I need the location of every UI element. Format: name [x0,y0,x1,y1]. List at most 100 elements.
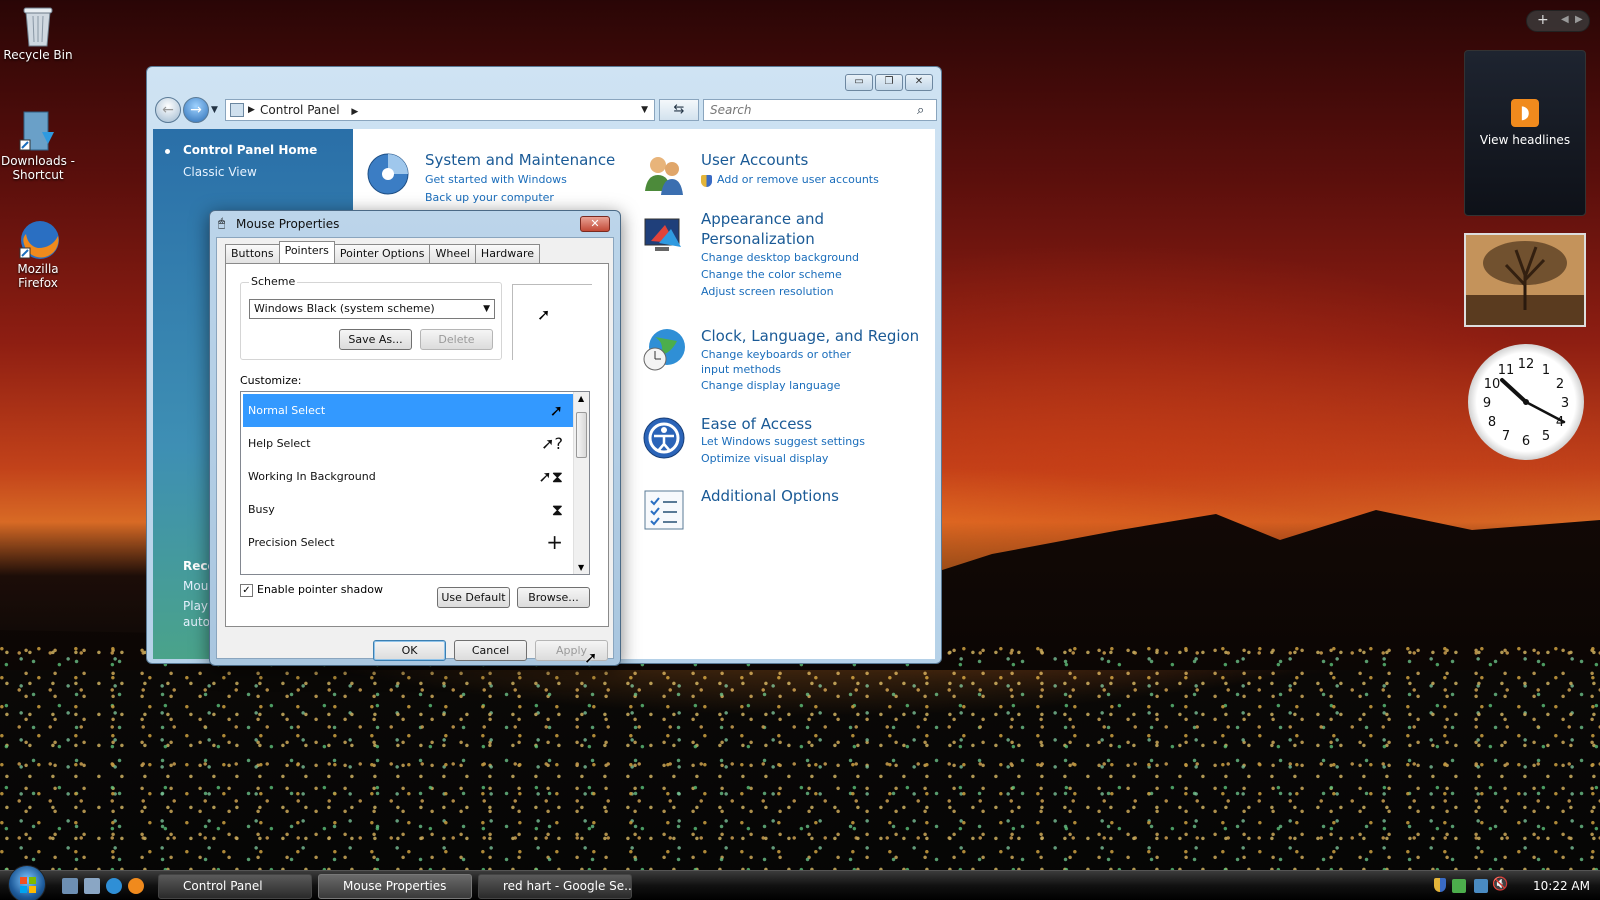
list-item-precision-select[interactable]: Precision Select + [243,526,573,559]
firefox-quick-launch-icon[interactable] [128,878,144,894]
tab-pointers[interactable]: Pointers [278,241,335,263]
dialog-close-button[interactable]: ✕ [580,216,610,232]
chevron-down-icon[interactable]: ▼ [483,300,490,318]
category-title[interactable]: Ease of Access [701,415,812,433]
prev-gadget-icon[interactable]: ◀ [1561,14,1569,25]
busy-hourglass-icon: ⧗ [551,500,563,519]
svg-text:11: 11 [1498,363,1515,378]
taskbar-google-search[interactable]: red hart - Google Se... [478,874,632,899]
category-link[interactable]: Add or remove user accounts [717,173,879,186]
browse-button[interactable]: Browse... [517,587,590,608]
switch-windows-icon[interactable] [84,878,100,894]
category-link[interactable]: Change desktop background [701,251,859,264]
tab-wheel[interactable]: Wheel [429,244,476,263]
internet-explorer-icon[interactable] [106,878,122,894]
cursor-preview-box: ➚ [512,284,592,360]
view-headlines-label[interactable]: View headlines [1465,133,1585,147]
scroll-thumb[interactable] [576,412,587,458]
downloads-folder-icon [18,110,58,151]
svg-text:7: 7 [1502,429,1510,444]
tab-pointer-options[interactable]: Pointer Options [333,244,431,263]
use-default-button[interactable]: Use Default [437,587,510,608]
forward-button[interactable]: → [183,97,209,123]
mouse-properties-dialog[interactable]: 🖱 Mouse Properties ✕ Buttons Pointers Po… [209,210,621,666]
recent-task-item[interactable]: auto [183,615,210,629]
category-link[interactable]: Change display language [701,379,840,392]
maximize-button[interactable]: ❐ [875,74,903,91]
sidebar-item-control-panel-home[interactable]: Control Panel Home [183,143,317,157]
refresh-button[interactable]: ⇆ [659,99,699,121]
windows-logo-icon [20,877,36,893]
sidebar-item-classic-view[interactable]: Classic View [183,165,257,179]
desktop-icon-recycle-bin[interactable]: Recycle Bin [0,4,76,62]
category-link[interactable]: Change keyboards or other input methods [701,347,881,377]
volume-muted-icon[interactable]: 🔇 [1492,877,1508,892]
network-icon[interactable] [1474,879,1488,893]
category-title[interactable]: Additional Options [701,487,839,505]
minimize-button[interactable]: ▭ [845,74,873,91]
recent-task-item[interactable]: Mou [183,579,208,593]
category-link[interactable]: Let Windows suggest settings [701,435,865,448]
slideshow-gadget[interactable] [1464,233,1586,327]
cancel-button[interactable]: Cancel [454,640,527,661]
breadcrumb-control-panel[interactable]: Control Panel [260,103,340,117]
category-title[interactable]: Appearance and Personalization [701,209,831,249]
list-item-help-select[interactable]: Help Select ➚? [243,427,573,460]
desktop-icon-downloads-shortcut[interactable]: Downloads - Shortcut [0,110,76,182]
delete-button[interactable]: Delete [420,329,493,350]
list-item-normal-select[interactable]: Normal Select ➚ [243,394,573,427]
recent-pages-chevron-icon[interactable]: ▼ [211,105,218,115]
windows-defender-icon[interactable] [1452,879,1466,893]
scroll-down-icon[interactable]: ▼ [578,563,584,572]
category-title[interactable]: User Accounts [701,151,808,169]
desktop-icon-firefox[interactable]: Mozilla Firefox [0,218,76,290]
breadcrumb-separator-icon[interactable]: ▶ [248,100,255,120]
svg-text:12: 12 [1518,357,1535,372]
svg-text:9: 9 [1483,396,1491,411]
clock-gadget[interactable]: 12 1 2 3 4 5 6 7 8 9 10 11 [1468,344,1584,460]
address-dropdown-icon[interactable]: ▼ [641,100,648,120]
category-link[interactable]: Optimize visual display [701,452,828,465]
next-gadget-icon[interactable]: ▶ [1575,14,1583,25]
start-button[interactable] [8,865,46,900]
normal-select-cursor-icon: ➚ [549,401,563,420]
category-title[interactable]: Clock, Language, and Region [701,327,919,345]
recent-task-item[interactable]: Play [183,599,208,613]
add-gadget-icon[interactable]: + [1537,12,1549,28]
category-title[interactable]: System and Maintenance [425,151,615,169]
back-button[interactable]: ← [155,97,181,123]
list-item-busy[interactable]: Busy ⧗ [243,493,573,526]
category-link[interactable]: Adjust screen resolution [701,285,834,298]
tab-buttons[interactable]: Buttons [225,244,280,263]
scroll-up-icon[interactable]: ▲ [578,394,584,403]
save-as-button[interactable]: Save As... [339,329,412,350]
ok-button[interactable]: OK [373,640,446,661]
scheme-groupbox: Scheme Windows Black (system scheme) ▼ S… [240,275,502,360]
show-desktop-icon[interactable] [62,878,78,894]
help-select-cursor-icon: ➚? [541,434,563,453]
scheme-select-value: Windows Black (system scheme) [254,302,435,315]
pointer-list-scrollbar[interactable]: ▲ ▼ [573,392,589,574]
enable-pointer-shadow-label[interactable]: Enable pointer shadow [257,583,383,596]
taskbar-clock[interactable]: 10:22 AM [1533,879,1590,893]
taskbar-control-panel[interactable]: Control Panel [158,874,312,899]
search-icon[interactable]: ⌕ [917,103,924,118]
navigation-bar: ← → ▼ ▶ Control Panel ▶ ▼ ⇆ Search ⌕ [155,97,937,125]
svg-text:1: 1 [1542,363,1550,378]
tab-hardware[interactable]: Hardware [474,244,541,263]
close-button[interactable]: ✕ [905,74,933,91]
enable-pointer-shadow-checkbox[interactable]: ✓ [240,584,253,597]
taskbar-mouse-properties[interactable]: Mouse Properties [318,874,472,899]
feed-headlines-gadget[interactable]: ◗ View headlines [1464,50,1586,216]
pointer-list[interactable]: Normal Select ➚ Help Select ➚? Working I… [240,391,590,575]
category-link[interactable]: Back up your computer [425,191,554,204]
list-item-working-in-background[interactable]: Working In Background ➚⧗ [243,460,573,493]
sidebar-gadget-controls[interactable]: + ◀ ▶ [1526,10,1590,32]
breadcrumb-chevron-icon[interactable]: ▶ [351,107,358,117]
address-bar[interactable]: ▶ Control Panel ▶ ▼ [225,99,655,121]
scheme-select[interactable]: Windows Black (system scheme) ▼ [249,299,495,319]
search-input[interactable]: Search [703,99,937,121]
security-shield-icon[interactable] [1434,878,1446,892]
category-link[interactable]: Change the color scheme [701,268,842,281]
category-link[interactable]: Get started with Windows [425,173,567,186]
